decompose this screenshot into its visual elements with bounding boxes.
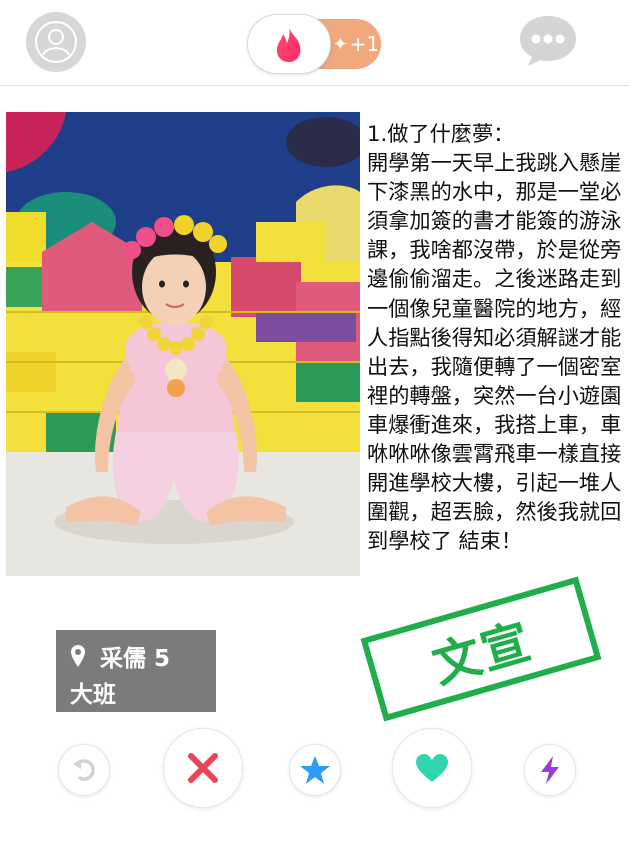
action-bar [0,722,630,818]
stamp-wrapper: 文宣 [352,576,618,722]
name-tag: 采儒 5 大班 [56,630,216,712]
boost-button[interactable] [524,744,576,796]
name-age: 采儒 5 [100,646,171,672]
story-heading: 1.做了什麼夢： [367,121,515,146]
class-label: 大班 [70,682,116,708]
flame-button[interactable] [247,14,331,74]
superlike-button[interactable] [289,744,341,796]
undo-button[interactable] [58,744,110,796]
story-body: 開學第一天早上我跳入懸崖下漆黑的水中，那是一堂必須拿加簽的書才能簽的游泳課，我啥… [367,150,622,554]
location-pin-icon [71,645,85,667]
stamp: 文宣 [360,576,602,722]
mode-toggle: ✦ +1 [247,14,381,74]
child-photo [6,112,360,576]
undo-icon [73,759,95,781]
messages-button[interactable] [516,10,580,70]
x-icon [188,753,218,783]
boost-count: +1 [349,32,380,56]
dream-story: 1.做了什麼夢： 開學第一天早上我跳入懸崖下漆黑的水中，那是一堂必須拿加簽的書才… [367,119,625,555]
star-icon [300,756,330,784]
flame-icon [276,26,301,62]
profile-icon [35,21,77,63]
chat-bubble-icon [520,16,576,66]
bolt-icon [541,756,559,784]
profile-button[interactable] [26,12,86,72]
top-bar: ✦ +1 [0,0,630,86]
like-button[interactable] [392,728,472,808]
sparkle-icon: ✦ [332,33,348,55]
heart-icon [416,754,448,782]
nope-button[interactable] [163,728,243,808]
